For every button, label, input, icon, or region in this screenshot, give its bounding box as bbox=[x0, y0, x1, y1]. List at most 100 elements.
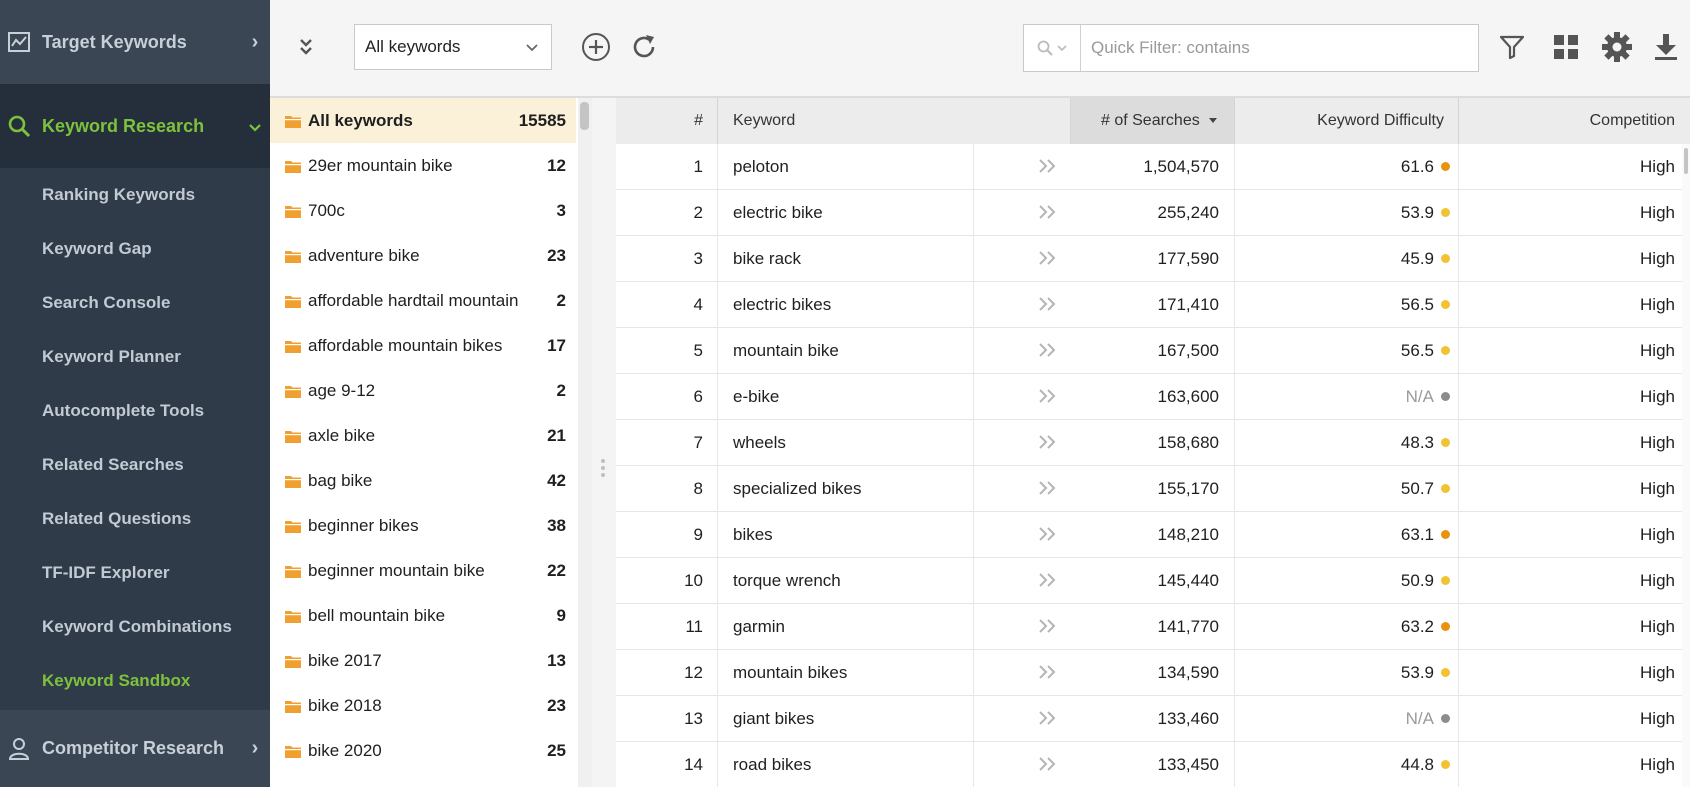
expand-double-chevron-icon[interactable] bbox=[1038, 572, 1058, 588]
sidebar-item-autocomplete-tools[interactable]: Autocomplete Tools bbox=[42, 384, 204, 438]
filter-funnel-icon[interactable] bbox=[1496, 30, 1528, 64]
gear-icon[interactable] bbox=[1600, 29, 1634, 65]
keyword-cell: mountain bike bbox=[718, 328, 974, 373]
table-row[interactable]: 14 road bikes 133,450 44.8 High bbox=[616, 742, 1690, 787]
nav-section-target-keywords[interactable]: Target Keywords › bbox=[0, 0, 270, 84]
expand-double-chevron-icon[interactable] bbox=[1038, 158, 1058, 174]
nav-section-keyword-research[interactable]: Keyword Research bbox=[0, 84, 270, 168]
sidebar-item-ranking-keywords[interactable]: Ranking Keywords bbox=[42, 168, 195, 222]
add-circle-icon[interactable] bbox=[580, 30, 612, 64]
expand-double-chevron-icon[interactable] bbox=[1038, 250, 1058, 266]
sidebar-item-keyword-combinations[interactable]: Keyword Combinations bbox=[42, 600, 232, 654]
table-row[interactable]: 11 garmin 141,770 63.2 High bbox=[616, 604, 1690, 650]
nav-section-competitor-research[interactable]: Competitor Research › bbox=[0, 710, 270, 787]
scrollbar-thumb[interactable] bbox=[580, 102, 589, 130]
column-header-keyword[interactable]: Keyword bbox=[718, 98, 1071, 144]
drag-handle-icon bbox=[601, 456, 607, 480]
row-number: 9 bbox=[616, 512, 718, 557]
expand-double-chevron-icon[interactable] bbox=[1038, 480, 1058, 496]
expand-double-chevron-icon[interactable] bbox=[1038, 434, 1058, 450]
table-scrollbar[interactable] bbox=[1682, 144, 1690, 787]
expand-double-chevron-icon[interactable] bbox=[1038, 756, 1058, 772]
folder-item[interactable]: affordable hardtail mountain 2 bbox=[270, 278, 576, 323]
sidebar-item-keyword-gap[interactable]: Keyword Gap bbox=[42, 222, 152, 276]
folder-item[interactable]: beginner bikes 38 bbox=[270, 503, 576, 548]
expand-double-chevron-icon[interactable] bbox=[1038, 388, 1058, 404]
folder-name: beginner bikes bbox=[308, 515, 419, 535]
sidebar-item-search-console[interactable]: Search Console bbox=[42, 276, 171, 330]
folder-count: 13 bbox=[547, 650, 566, 670]
expand-double-chevron-icon[interactable] bbox=[1038, 526, 1058, 542]
folder-count: 25 bbox=[547, 740, 566, 760]
filter-mode-dropdown[interactable] bbox=[1024, 25, 1081, 71]
columns-grid-icon[interactable] bbox=[1550, 30, 1582, 64]
searches-cell: 167,500 bbox=[1071, 328, 1235, 373]
expand-double-chevron-icon[interactable] bbox=[1038, 710, 1058, 726]
sidebar-item-related-questions[interactable]: Related Questions bbox=[42, 492, 191, 546]
folder-item[interactable]: bike 2017 13 bbox=[270, 638, 576, 683]
folder-item[interactable]: 29er mountain bike 12 bbox=[270, 143, 576, 188]
folder-item[interactable]: affordable mountain bikes 17 bbox=[270, 323, 576, 368]
folder-list-scrollbar[interactable] bbox=[578, 98, 592, 787]
column-header-difficulty[interactable]: Keyword Difficulty bbox=[1235, 98, 1459, 144]
searches-cell: 145,440 bbox=[1071, 558, 1235, 603]
folder-item[interactable]: age 9-12 2 bbox=[270, 368, 576, 413]
difficulty-value: 44.8 bbox=[1400, 755, 1434, 774]
folder-item[interactable]: 700c 3 bbox=[270, 188, 576, 233]
folder-item[interactable]: adventure bike 23 bbox=[270, 233, 576, 278]
refresh-icon[interactable] bbox=[628, 30, 660, 64]
difficulty-cell: 48.3 bbox=[1235, 420, 1459, 465]
column-header-competition[interactable]: Competition bbox=[1459, 98, 1690, 144]
folder-name: beginner mountain bike bbox=[308, 560, 485, 580]
table-row[interactable]: 9 bikes 148,210 63.1 High bbox=[616, 512, 1690, 558]
table-row[interactable]: 3 bike rack 177,590 45.9 High bbox=[616, 236, 1690, 282]
collapse-double-chevron-icon[interactable] bbox=[294, 32, 318, 62]
sidebar-item-related-searches[interactable]: Related Searches bbox=[42, 438, 184, 492]
folder-item[interactable]: bike 2020 25 bbox=[270, 728, 576, 773]
folder-item[interactable]: All keywords 15585 bbox=[270, 98, 576, 143]
expand-double-chevron-icon[interactable] bbox=[1038, 342, 1058, 358]
download-icon[interactable] bbox=[1651, 30, 1681, 64]
competition-cell: High bbox=[1640, 525, 1675, 544]
expand-double-chevron-icon[interactable] bbox=[1038, 204, 1058, 220]
folder-item[interactable]: bike 2018 23 bbox=[270, 683, 576, 728]
table-row[interactable]: 6 e-bike 163,600 N/A High bbox=[616, 374, 1690, 420]
expand-double-chevron-icon[interactable] bbox=[1038, 296, 1058, 312]
difficulty-cell: 56.5 bbox=[1235, 328, 1459, 373]
table-row[interactable]: 8 specialized bikes 155,170 50.7 High bbox=[616, 466, 1690, 512]
folder-item[interactable]: axle bike 21 bbox=[270, 413, 576, 458]
searches-cell: 177,590 bbox=[1071, 236, 1235, 281]
folder-count: 2 bbox=[556, 290, 566, 310]
panel-splitter[interactable] bbox=[592, 98, 616, 787]
table-row[interactable]: 7 wheels 158,680 48.3 High bbox=[616, 420, 1690, 466]
difficulty-value: 45.9 bbox=[1400, 249, 1434, 268]
folder-icon bbox=[285, 385, 301, 398]
keyword-cell: giant bikes bbox=[718, 696, 974, 741]
sidebar-item-keyword-planner[interactable]: Keyword Planner bbox=[42, 330, 181, 384]
difficulty-value: 63.2 bbox=[1400, 617, 1434, 636]
table-row[interactable]: 12 mountain bikes 134,590 53.9 High bbox=[616, 650, 1690, 696]
folder-item[interactable]: beginner mountain bike 22 bbox=[270, 548, 576, 593]
folder-item[interactable]: bag bike 42 bbox=[270, 458, 576, 503]
column-header-searches[interactable]: # of Searches bbox=[1071, 98, 1235, 144]
folder-name: 700c bbox=[308, 200, 345, 220]
table-row[interactable]: 4 electric bikes 171,410 56.5 High bbox=[616, 282, 1690, 328]
table-row[interactable]: 13 giant bikes 133,460 N/A High bbox=[616, 696, 1690, 742]
column-header-number[interactable]: # bbox=[616, 98, 718, 144]
folder-item[interactable]: bell mountain bike 9 bbox=[270, 593, 576, 638]
keyword-set-select[interactable]: All keywords bbox=[354, 24, 552, 70]
scrollbar-thumb[interactable] bbox=[1684, 148, 1688, 174]
table-row[interactable]: 5 mountain bike 167,500 56.5 High bbox=[616, 328, 1690, 374]
difficulty-indicator-dot bbox=[1441, 576, 1450, 585]
row-number: 2 bbox=[616, 190, 718, 235]
table-row[interactable]: 2 electric bike 255,240 53.9 High bbox=[616, 190, 1690, 236]
sidebar-item-keyword-sandbox[interactable]: Keyword Sandbox bbox=[42, 654, 190, 708]
sidebar-item-tf-idf-explorer[interactable]: TF-IDF Explorer bbox=[42, 546, 170, 600]
quick-filter-input[interactable] bbox=[1081, 37, 1473, 59]
keyword-cell: wheels bbox=[718, 420, 974, 465]
table-row[interactable]: 1 peloton 1,504,570 61.6 High bbox=[616, 144, 1690, 190]
row-number: 5 bbox=[616, 328, 718, 373]
expand-double-chevron-icon[interactable] bbox=[1038, 618, 1058, 634]
table-row[interactable]: 10 torque wrench 145,440 50.9 High bbox=[616, 558, 1690, 604]
expand-double-chevron-icon[interactable] bbox=[1038, 664, 1058, 680]
